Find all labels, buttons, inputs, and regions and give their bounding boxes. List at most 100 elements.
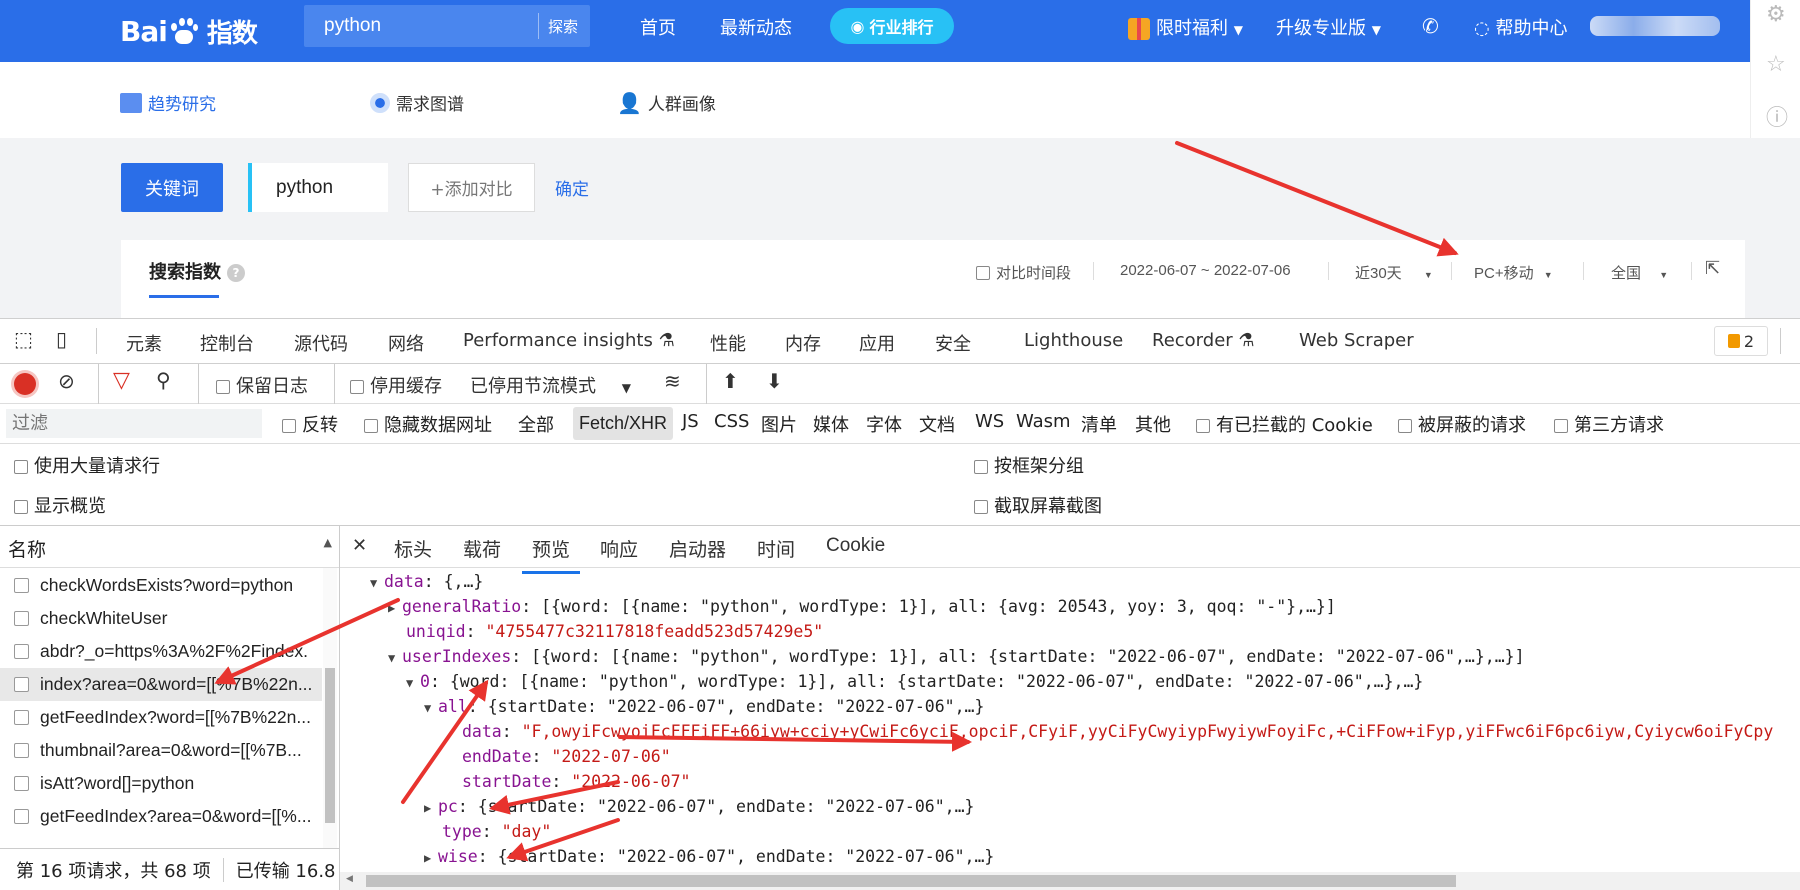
json-node-all[interactable]: ▼ all: {startDate: "2022-06-07", endDate:… [424,695,984,719]
baidu-index-logo[interactable]: Bai 指数 [120,8,258,54]
tab-headers[interactable]: 标头 [394,535,432,562]
network-conditions-icon[interactable]: ≋ [664,369,681,393]
wechat-icon[interactable]: ✆ [1422,14,1439,38]
export-har-icon[interactable]: ⬇ [766,369,783,393]
horizontal-scrollbar[interactable]: ◀ [340,872,1800,890]
header-search-input[interactable] [304,5,536,47]
filter-type-doc[interactable]: 文档 [919,411,955,437]
search-icon[interactable]: ⚲ [156,368,171,392]
tab-lighthouse[interactable]: Lighthouse [1024,330,1123,351]
tab-response[interactable]: 响应 [600,535,638,562]
request-row[interactable]: getFeedIndex?word=[[%7B%22n... [0,701,322,734]
third-party-checkbox[interactable]: 第三方请求 [1554,411,1664,437]
nav-home[interactable]: 首页 [640,14,676,40]
filter-type-js[interactable]: JS [682,411,699,432]
filter-type-font[interactable]: 字体 [866,411,902,437]
tab-payload[interactable]: 载荷 [463,535,501,562]
json-node-pc[interactable]: ▶ pc: {startDate: "2022-06-07", endDate: … [424,795,974,819]
industry-ranking-button[interactable]: ◉ 行业排行 [830,8,954,44]
request-row[interactable]: getFeedIndex?area=0&word=[[%... [0,800,322,833]
request-list-header[interactable]: 名称 ▲ [0,526,339,568]
json-node-data[interactable]: ▼ data: {,…} [370,570,483,594]
preserve-log-checkbox[interactable]: 保留日志 [216,372,308,398]
star-icon[interactable]: ☆ [1766,52,1786,77]
device-select[interactable]: PC+移动 ▼ [1474,262,1553,283]
json-node-general-ratio[interactable]: ▶ generalRatio: [{word: [{name: "python",… [388,595,1336,619]
tab-application[interactable]: 应用 [859,330,895,356]
request-row[interactable]: thumbnail?area=0&word=[[%7B... [0,734,322,767]
filter-input[interactable] [6,409,262,438]
tab-memory[interactable]: 内存 [785,330,821,356]
tab-initiator[interactable]: 启动器 [669,535,726,562]
request-row[interactable]: isAtt?word[]=python [0,767,322,800]
show-overview-checkbox[interactable]: 显示概览 [14,492,106,518]
request-row[interactable]: checkWhiteUser [0,602,322,635]
tab-performance-insights[interactable]: Performance insights ⚗ [463,330,675,351]
filter-type-media[interactable]: 媒体 [813,411,849,437]
json-node-wise[interactable]: ▶ wise: {startDate: "2022-06-07", endDate… [424,845,994,869]
group-by-frame-checkbox[interactable]: 按框架分组 [974,452,1084,478]
tab-cookie[interactable]: Cookie [826,535,885,557]
inspect-element-icon[interactable]: ⬚ [14,327,33,351]
filter-type-img[interactable]: 图片 [761,411,797,437]
keyword-button[interactable]: 关键词 [121,163,223,212]
filter-type-css[interactable]: CSS [714,411,749,432]
tab-timing[interactable]: 时间 [757,535,795,562]
tab-performance[interactable]: 性能 [710,330,746,356]
request-row[interactable]: checkWordsExists?word=python [0,569,322,602]
help-circle-icon[interactable]: ⓘ [1766,100,1788,132]
tab-security[interactable]: 安全 [935,330,971,356]
import-har-icon[interactable]: ⬆ [722,369,739,393]
tab-sources[interactable]: 源代码 [294,330,348,356]
compare-period-checkbox[interactable]: 对比时间段 [976,262,1071,283]
scrollbar-thumb[interactable] [325,668,335,823]
filter-type-wasm[interactable]: Wasm [1016,411,1071,432]
tab-network[interactable]: 网络 [382,330,430,368]
range-select[interactable]: 近30天 ▼ [1355,262,1433,283]
tab-elements[interactable]: 元素 [126,330,162,356]
confirm-link[interactable]: 确定 [555,175,589,200]
filter-type-manifest[interactable]: 清单 [1081,411,1117,437]
issues-badge[interactable]: 2 [1714,326,1768,356]
tab-preview[interactable]: 预览 [521,535,581,574]
keyword-input[interactable]: python [248,163,388,212]
filter-icon[interactable]: ▽ [113,368,130,393]
add-compare-button[interactable]: +添加对比 [408,163,535,212]
date-range[interactable]: 2022-06-07 ~ 2022-07-06 [1120,262,1291,279]
request-row[interactable]: abdr?_o=https%3A%2F%2Findex. [0,635,322,668]
record-button[interactable] [14,373,36,395]
upgrade-menu[interactable]: 升级专业版 ▼ [1276,14,1381,40]
nav-latest-news[interactable]: 最新动态 [720,14,792,40]
help-center[interactable]: ◌ 帮助中心 [1474,14,1567,40]
user-account-blurred[interactable] [1590,16,1720,36]
tab-recorder[interactable]: Recorder ⚗ [1152,330,1255,351]
filter-type-other[interactable]: 其他 [1135,411,1171,437]
tab-audience-profile[interactable]: 👤 人群画像 [617,90,716,116]
large-rows-checkbox[interactable]: 使用大量请求行 [14,452,160,478]
hide-data-urls-checkbox[interactable]: 隐藏数据网址 [364,411,492,437]
help-icon[interactable]: ? [227,264,245,282]
share-icon[interactable]: ⇱ [1705,258,1720,279]
blocked-requests-checkbox[interactable]: 被屏蔽的请求 [1398,411,1526,437]
device-toolbar-icon[interactable]: ▯ [56,327,67,351]
tab-console[interactable]: 控制台 [200,330,254,356]
tab-web-scraper[interactable]: Web Scraper [1299,330,1414,351]
filter-type-fetch-xhr[interactable]: Fetch/XHR [573,407,674,440]
blocked-cookies-checkbox[interactable]: 有已拦截的 Cookie [1196,411,1373,437]
invert-checkbox[interactable]: 反转 [282,411,338,437]
throttle-select[interactable]: 已停用节流模式 ▼ [470,372,631,398]
clear-icon[interactable]: ⊘ [58,369,75,393]
tab-trend-research[interactable]: 趋势研究 [120,90,216,115]
filter-type-all[interactable]: 全部 [518,411,554,437]
capture-screenshots-checkbox[interactable]: 截取屏幕截图 [974,492,1102,518]
region-select[interactable]: 全国 ▼ [1611,262,1668,283]
disable-cache-checkbox[interactable]: 停用缓存 [350,372,442,398]
request-list-scrollbar[interactable] [323,568,337,864]
scroll-left-icon[interactable]: ◀ [346,874,353,884]
explore-button[interactable]: 探索 [548,16,578,37]
json-node-user-indexes[interactable]: ▼ userIndexes: [{word: [{name: "python", … [388,645,1525,669]
json-node-item-0[interactable]: ▼ 0: {word: [{name: "python", wordType: 1… [406,670,1423,694]
request-row-selected[interactable]: index?area=0&word=[[%7B%22n... [0,668,322,701]
tab-demand-graph[interactable]: 需求图谱 [370,90,464,115]
promo-menu[interactable]: 限时福利 ▼ [1128,14,1243,40]
